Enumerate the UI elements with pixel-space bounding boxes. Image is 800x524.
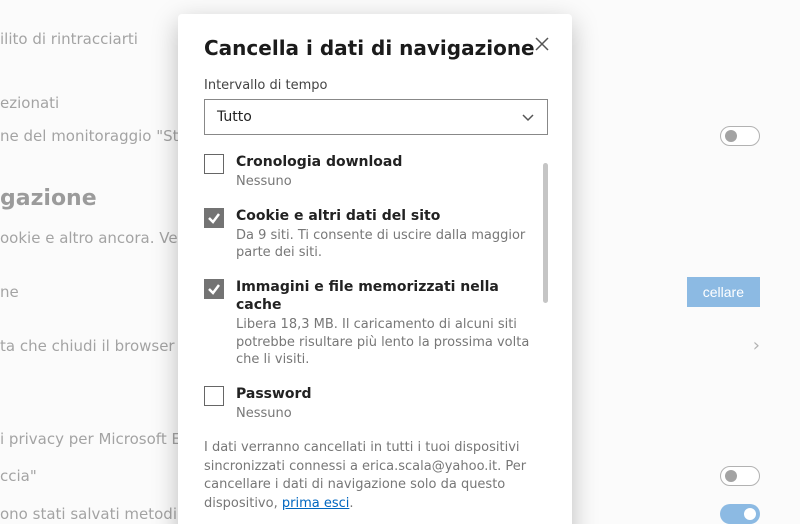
check-icon	[207, 211, 221, 225]
close-icon	[535, 37, 549, 51]
checkbox-cache[interactable]	[204, 279, 224, 299]
note-text: .	[349, 496, 353, 511]
scrollbar-thumb[interactable]	[543, 163, 548, 303]
data-type-list: Cronologia download Nessuno Cookie e alt…	[204, 153, 548, 423]
time-range-label: Intervallo di tempo	[204, 78, 548, 93]
time-range-select[interactable]: Tutto	[204, 99, 548, 135]
item-title: Cookie e altri dati del sito	[236, 207, 534, 225]
close-button[interactable]	[528, 30, 556, 58]
note-text: I dati verranno cancellati in tutti i tu…	[204, 440, 526, 512]
list-item: Immagini e file memorizzati nella cache …	[204, 278, 534, 369]
list-item: Cookie e altri dati del sito Da 9 siti. …	[204, 207, 534, 262]
sync-note: I dati verranno cancellati in tutti i tu…	[204, 439, 548, 514]
item-title: Immagini e file memorizzati nella cache	[236, 278, 534, 314]
clear-browsing-data-dialog: Cancella i dati di navigazione Intervall…	[178, 14, 572, 524]
chevron-down-icon	[521, 110, 535, 124]
dialog-title: Cancella i dati di navigazione	[204, 36, 548, 60]
item-title: Cronologia download	[236, 153, 402, 171]
item-desc: Libera 18,3 MB. Il caricamento di alcuni…	[236, 316, 534, 369]
check-icon	[207, 282, 221, 296]
item-desc: Nessuno	[236, 405, 311, 423]
sign-out-link[interactable]: prima esci	[282, 496, 350, 511]
list-item: Password Nessuno	[204, 385, 534, 423]
item-desc: Da 9 siti. Ti consente di uscire dalla m…	[236, 227, 534, 262]
list-item: Cronologia download Nessuno	[204, 153, 534, 191]
checkbox-cookies[interactable]	[204, 208, 224, 228]
checkbox-passwords[interactable]	[204, 386, 224, 406]
time-range-value: Tutto	[217, 109, 252, 125]
item-title: Password	[236, 385, 311, 403]
item-desc: Nessuno	[236, 173, 402, 191]
checkbox-downloads[interactable]	[204, 154, 224, 174]
